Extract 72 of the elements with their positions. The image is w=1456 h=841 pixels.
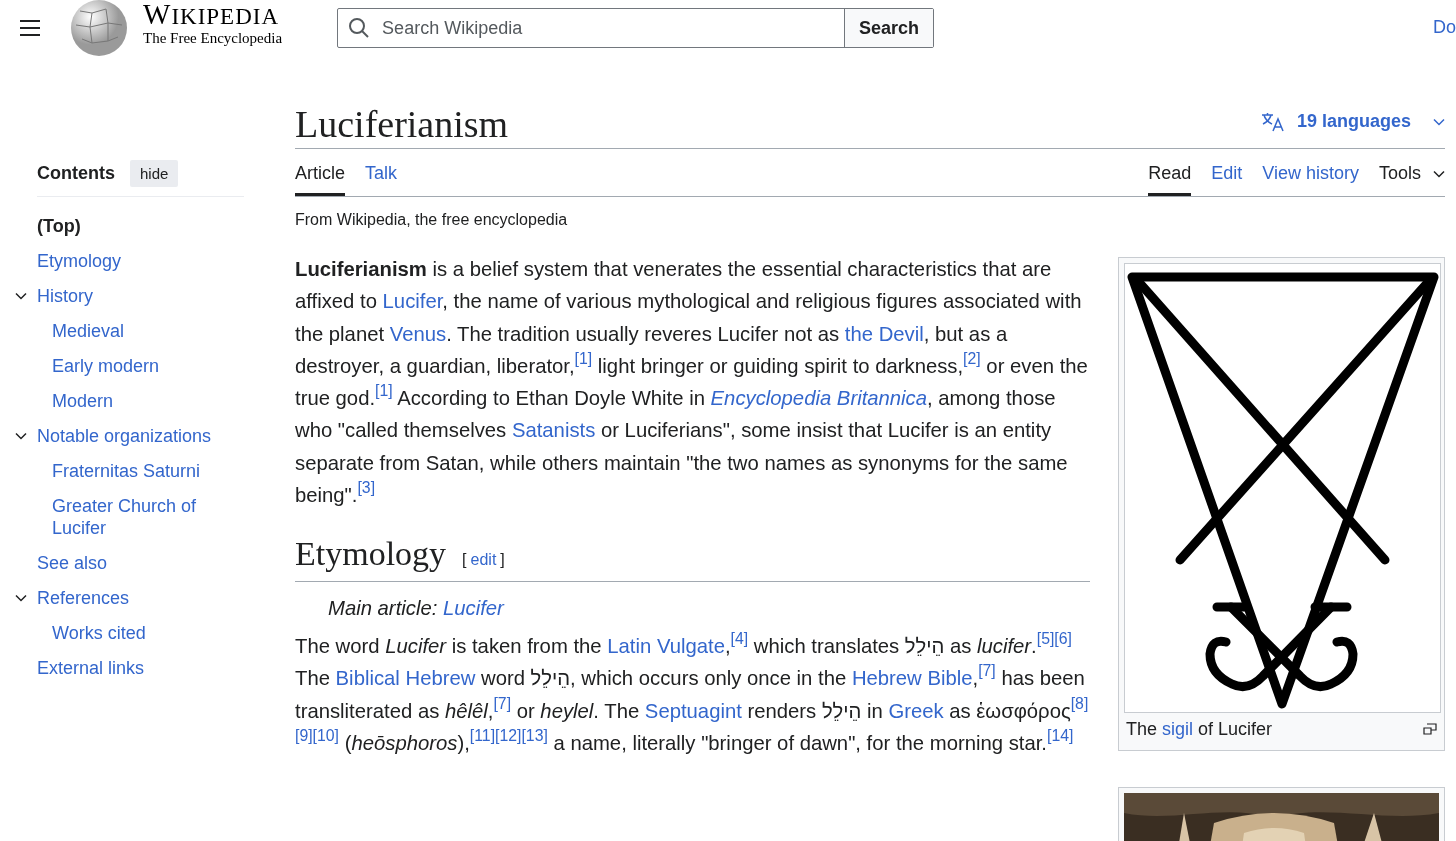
tab[interactable]: Read bbox=[1148, 149, 1192, 196]
logo-tagline: The Free Encyclopedia bbox=[143, 30, 283, 47]
search-button[interactable]: Search bbox=[844, 9, 934, 47]
link[interactable]: Lucifer bbox=[382, 290, 443, 313]
toc-item[interactable]: Works cited bbox=[52, 622, 146, 644]
logo-wordmark[interactable]: WIKIPEDIA bbox=[143, 1, 283, 30]
reference-link[interactable]: [4] bbox=[730, 630, 749, 648]
link[interactable]: Biblical Hebrew bbox=[335, 667, 476, 690]
reference-link[interactable]: [10] bbox=[312, 727, 339, 745]
globe-icon[interactable] bbox=[68, 0, 130, 57]
tab[interactable]: Talk bbox=[365, 149, 398, 196]
page-title: Luciferianism bbox=[295, 102, 509, 146]
toc-item[interactable]: Greater Church of Lucifer bbox=[52, 495, 244, 539]
reference-link[interactable]: [7] bbox=[978, 662, 996, 680]
toc-item[interactable]: Etymology bbox=[37, 250, 122, 272]
reference-link[interactable]: [14] bbox=[1047, 727, 1074, 745]
reference-link[interactable]: [7] bbox=[493, 694, 512, 712]
chevron-down-icon bbox=[1433, 168, 1445, 180]
link[interactable]: the Devil bbox=[844, 322, 924, 345]
toc-item[interactable]: See also bbox=[37, 552, 108, 574]
tab[interactable]: View history bbox=[1262, 149, 1359, 196]
toc-item[interactable]: Fraternitas Saturni bbox=[52, 460, 201, 482]
reference-link[interactable]: [3] bbox=[357, 479, 376, 497]
toc-item[interactable]: Early modern bbox=[52, 355, 160, 377]
translate-icon bbox=[1260, 111, 1285, 132]
link[interactable]: Do bbox=[1433, 17, 1456, 38]
search-icon bbox=[348, 17, 371, 39]
section-heading: Etymology bbox=[295, 535, 447, 574]
link[interactable]: Hebrew Bible bbox=[851, 667, 973, 690]
reference-link[interactable]: [12] bbox=[495, 727, 522, 745]
toc-item[interactable]: Medieval bbox=[52, 320, 125, 342]
tools-menu[interactable]: Tools bbox=[1378, 149, 1445, 196]
reference-link[interactable]: [13] bbox=[521, 727, 548, 745]
hatnote: Main article: Lucifer bbox=[327, 595, 506, 621]
toc-item[interactable]: Modern bbox=[52, 390, 114, 412]
tagline: From Wikipedia, the free encyclopedia bbox=[295, 211, 569, 229]
hide-button[interactable]: hide bbox=[130, 160, 179, 187]
reference-link[interactable]: [11] bbox=[469, 727, 496, 745]
languages-button[interactable]: 19 languages bbox=[1260, 111, 1445, 142]
enlarge-icon[interactable] bbox=[1423, 723, 1437, 735]
edit-link[interactable]: edit bbox=[470, 544, 497, 577]
tab[interactable]: Edit bbox=[1211, 149, 1243, 196]
chevron-down-icon[interactable] bbox=[15, 592, 27, 604]
contents-heading: Contents bbox=[37, 163, 115, 184]
chevron-down-icon[interactable] bbox=[15, 430, 27, 442]
search-field[interactable]: Search Wikipedia Search bbox=[337, 8, 935, 48]
toc-item[interactable]: Notable organizations bbox=[37, 425, 212, 447]
tab[interactable]: Article bbox=[295, 149, 345, 196]
toc-item[interactable]: References bbox=[37, 587, 130, 609]
link[interactable]: Venus bbox=[389, 322, 447, 345]
link[interactable]: sigil bbox=[1162, 719, 1194, 739]
toc-item[interactable]: History bbox=[37, 285, 93, 307]
reference-link[interactable]: [2] bbox=[963, 350, 981, 368]
toc-item[interactable]: External links bbox=[37, 657, 145, 679]
link[interactable]: Lucifer bbox=[442, 596, 504, 619]
reference-link[interactable]: [5] bbox=[1036, 630, 1055, 648]
link[interactable]: Septuagint bbox=[644, 699, 742, 722]
link[interactable]: Greek bbox=[888, 699, 944, 722]
paragraph: Luciferianism is a belief system that venerates the essential characteristics that are affixed to Lucifer, the name of various mythological and religious figures associated with the planet Venus. The tradition usually reveres Lucifer not as the Devil, but as a destroyer, a guardian, liberator,$^{[1]}$ light bringer or guiding spirit to darkness,$^{[2]}$ or even the true god.$^{[1]}$ According to Ethan Doyle White in Encyclopedia Britannica, among those who "called themselves Satanists or Luciferians", some insist that Lucifer is an entity separate from Satan, while others maintain "the two names as synonyms for the same being".$^{[3]}$ bbox=[295, 257, 1089, 509]
bracket: ] bbox=[500, 550, 505, 571]
reference-link[interactable]: [1] bbox=[375, 382, 393, 400]
link[interactable]: Satanists bbox=[511, 419, 596, 442]
toc-item[interactable]: (Top) bbox=[37, 215, 81, 237]
link[interactable]: Latin Vulgate bbox=[607, 634, 725, 657]
reference-link[interactable]: [8] bbox=[1070, 694, 1089, 712]
reference-link[interactable]: [1] bbox=[574, 350, 593, 368]
reference-link[interactable]: [6] bbox=[1054, 630, 1072, 648]
bracket: [ bbox=[462, 550, 467, 571]
link[interactable]: Encyclopedia Britannica bbox=[710, 387, 928, 410]
chevron-down-icon[interactable] bbox=[15, 290, 27, 302]
reference-link[interactable]: [9] bbox=[295, 727, 313, 745]
caption: The sigil of Lucifer bbox=[1126, 719, 1273, 740]
